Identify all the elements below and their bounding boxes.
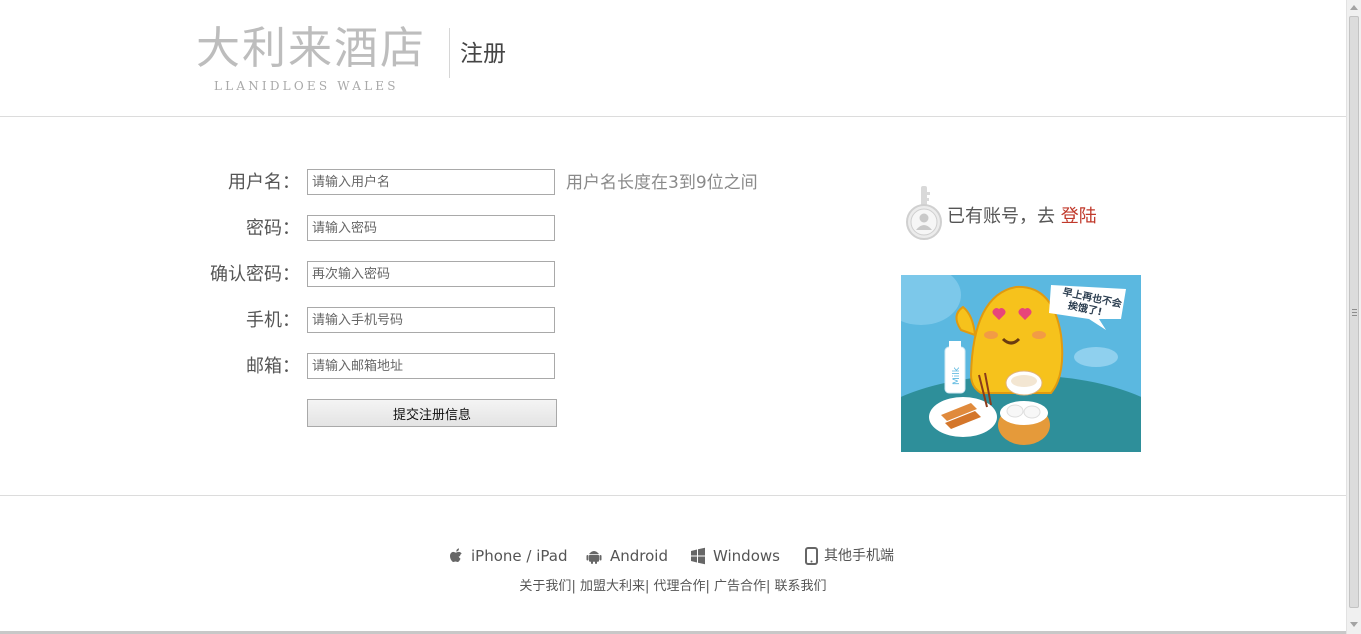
phone-label: 手机：	[246, 310, 300, 331]
submit-registration-button[interactable]: 提交注册信息	[307, 399, 557, 427]
scrollbar-thumb[interactable]	[1349, 16, 1359, 608]
key-user-icon	[906, 186, 942, 240]
header-divider	[449, 28, 450, 78]
footer-link-franchise[interactable]: 加盟大利来	[580, 579, 645, 594]
footer-link-contact[interactable]: 联系我们	[775, 579, 827, 594]
android-icon	[586, 551, 602, 564]
logo-chinese-name: 大利来酒店	[196, 23, 426, 74]
password-label: 密码：	[246, 218, 300, 239]
email-input[interactable]	[307, 353, 555, 379]
footer-link-separator: |	[571, 579, 580, 594]
apple-icon	[450, 548, 462, 562]
platform-label: 其他手机端	[824, 548, 894, 564]
scrollbar-grip-icon	[1352, 309, 1357, 310]
hotel-logo[interactable]: 大利来酒店 LLANIDLOES WALES	[196, 22, 424, 98]
confirm-password-label: 确认密码：	[210, 264, 300, 285]
footer-link-separator: |	[766, 579, 775, 594]
section-divider	[0, 495, 1346, 496]
username-input[interactable]	[307, 169, 555, 195]
page-header: 大利来酒店 LLANIDLOES WALES 注册	[0, 0, 1346, 117]
platform-windows[interactable]: Windows	[688, 544, 783, 568]
username-hint: 用户名长度在3到9位之间	[566, 173, 758, 193]
footer-link-about[interactable]: 关于我们	[519, 579, 571, 594]
platform-other-mobile[interactable]: 其他手机端	[802, 544, 897, 568]
password-input[interactable]	[307, 215, 555, 241]
login-prompt-text: 已有账号，去 登陆	[947, 202, 1097, 232]
footer-links: 关于我们| 加盟大利来| 代理合作| 广告合作| 联系我们	[0, 577, 1346, 597]
phone-icon	[805, 547, 818, 565]
page-title: 注册	[460, 41, 506, 67]
platform-label: Windows	[713, 547, 780, 565]
login-prompt-label: 已有账号，去	[947, 206, 1061, 227]
platform-android[interactable]: Android	[584, 544, 669, 568]
email-label: 邮箱：	[246, 356, 300, 377]
login-link[interactable]: 登陆	[1061, 206, 1097, 227]
scroll-up-arrow-icon[interactable]	[1350, 5, 1358, 10]
username-label: 用户名：	[228, 172, 300, 193]
scroll-down-arrow-icon[interactable]	[1350, 622, 1358, 627]
platform-label: Android	[610, 547, 668, 565]
milk-label: Milk	[952, 366, 962, 385]
breakfast-promo-image[interactable]: 早上再也不会 挨饿了! Milk	[901, 275, 1141, 452]
platform-label: iPhone / iPad	[471, 547, 568, 565]
footer-link-advertising[interactable]: 广告合作	[714, 579, 766, 594]
footer-link-agency[interactable]: 代理合作	[653, 579, 705, 594]
confirm-password-input[interactable]	[307, 261, 555, 287]
logo-english-name: LLANIDLOES WALES	[214, 79, 399, 93]
promo-illustration: 早上再也不会 挨饿了! Milk	[901, 275, 1141, 452]
phone-input[interactable]	[307, 307, 555, 333]
windows-icon	[691, 547, 705, 565]
footer-link-separator: |	[705, 579, 715, 594]
vertical-scrollbar[interactable]	[1346, 0, 1361, 634]
platform-iphone[interactable]: iPhone / iPad	[446, 544, 568, 568]
